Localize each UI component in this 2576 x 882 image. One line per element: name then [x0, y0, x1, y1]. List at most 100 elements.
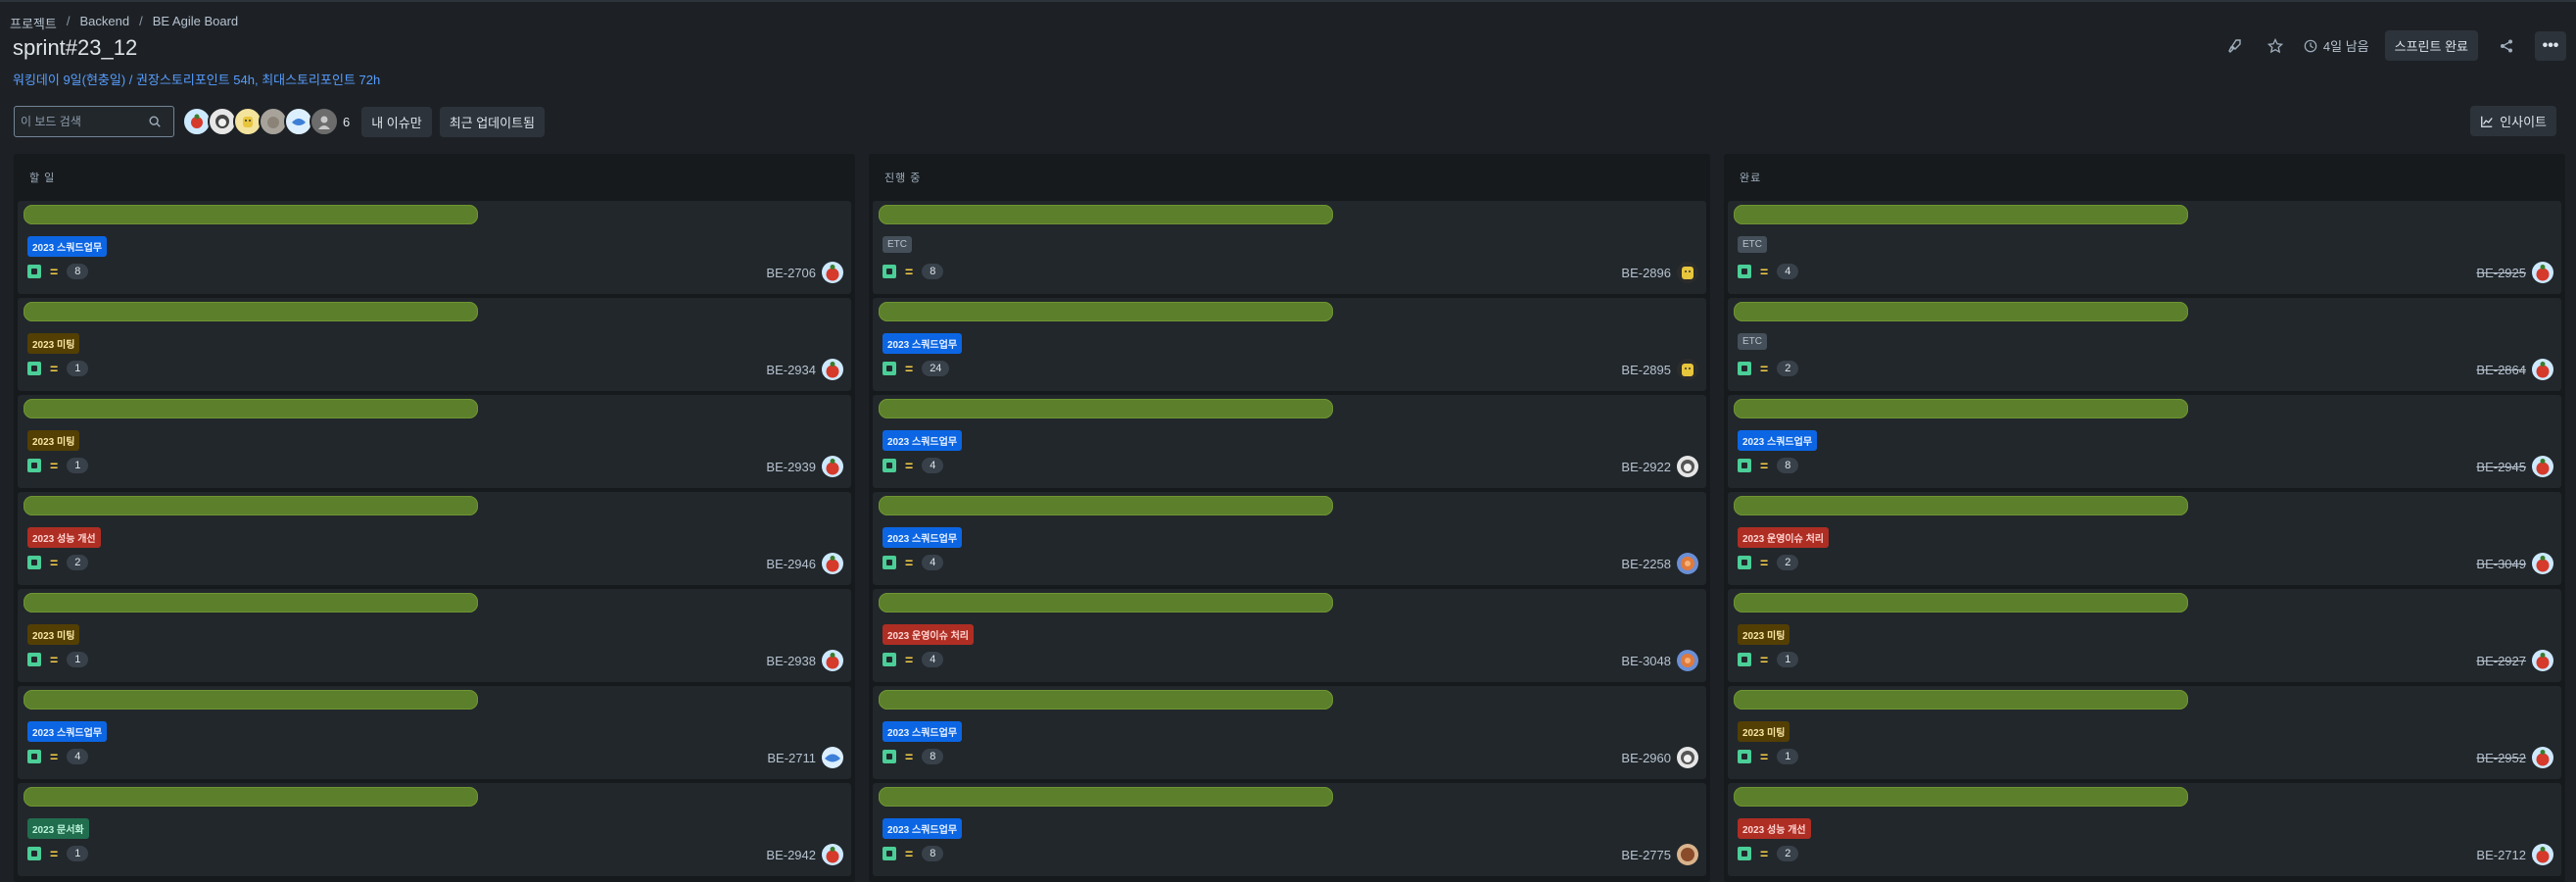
epic-label[interactable]: 2023 문서화 [27, 818, 89, 839]
issue-card[interactable]: 2023 스쿼드업무 = 8 BE-2945 [1728, 395, 2561, 488]
issue-key[interactable]: BE-2934 [766, 363, 816, 377]
epic-label[interactable]: 2023 성능 개선 [27, 527, 101, 548]
assignee-avatar[interactable] [2532, 359, 2553, 380]
issue-card[interactable]: ETC = 8 BE-2896 [873, 201, 1706, 294]
issue-key[interactable]: BE-2925 [2476, 266, 2526, 280]
issue-key[interactable]: BE-2258 [1621, 557, 1671, 571]
avatar-more-count[interactable]: 6 [343, 115, 350, 129]
epic-label[interactable]: 2023 미팅 [27, 333, 80, 354]
search-input[interactable] [21, 115, 148, 128]
avatar[interactable] [310, 107, 339, 136]
assignee-avatar[interactable] [2532, 553, 2553, 574]
assignee-avatar[interactable] [822, 747, 843, 768]
assignee-avatar[interactable] [822, 650, 843, 671]
issue-card[interactable]: 2023 스쿼드업무 = 8 BE-2706 [18, 201, 851, 294]
epic-label[interactable]: ETC [883, 236, 912, 253]
complete-sprint-button[interactable]: 스프린트 완료 [2384, 30, 2478, 61]
assignee-avatar[interactable] [1677, 262, 1698, 283]
epic-label[interactable]: 2023 미팅 [27, 624, 80, 645]
star-icon[interactable] [2263, 33, 2288, 59]
filter-my-issues-button[interactable]: 내 이슈만 [361, 106, 432, 137]
epic-label[interactable]: 2023 운영이슈 처리 [1738, 527, 1830, 548]
issue-key[interactable]: BE-2946 [766, 557, 816, 571]
issue-key[interactable]: BE-2942 [766, 848, 816, 862]
epic-label[interactable]: 2023 스쿼드업무 [883, 430, 963, 451]
assignee-avatar[interactable] [1677, 844, 1698, 865]
assignee-avatar[interactable] [1677, 456, 1698, 477]
issue-card[interactable]: 2023 미팅 = 1 BE-2934 [18, 298, 851, 391]
epic-label[interactable]: 2023 스쿼드업무 [883, 333, 963, 354]
issue-card[interactable]: 2023 운영이슈 처리 = 4 BE-3048 [873, 589, 1706, 682]
issue-key[interactable]: BE-2960 [1621, 751, 1671, 765]
assignee-avatar[interactable] [822, 262, 843, 283]
issue-key[interactable]: BE-2775 [1621, 848, 1671, 862]
assignee-avatar[interactable] [2532, 262, 2553, 283]
epic-label[interactable]: 2023 미팅 [1738, 624, 1790, 645]
epic-label[interactable]: ETC [1738, 333, 1767, 350]
epic-label[interactable]: 2023 스쿼드업무 [1738, 430, 1818, 451]
issue-key[interactable]: BE-2864 [2476, 363, 2526, 377]
epic-label[interactable]: ETC [1738, 236, 1767, 253]
breadcrumb-projects[interactable]: 프로젝트 [10, 14, 57, 32]
issue-card[interactable]: 2023 미팅 = 1 BE-2939 [18, 395, 851, 488]
epic-label[interactable]: 2023 스쿼드업무 [27, 721, 108, 742]
insight-button-inner[interactable]: 인사이트 [2470, 106, 2556, 136]
assignee-avatar[interactable] [2532, 747, 2553, 768]
epic-label[interactable]: 2023 스쿼드업무 [27, 236, 108, 257]
issue-card[interactable]: 2023 운영이슈 처리 = 2 BE-3049 [1728, 492, 2561, 585]
issue-card[interactable]: 2023 미팅 = 1 BE-2927 [1728, 589, 2561, 682]
issue-card[interactable]: 2023 미팅 = 1 BE-2952 [1728, 686, 2561, 779]
epic-label[interactable]: 2023 스쿼드업무 [883, 527, 963, 548]
issue-card[interactable]: 2023 스쿼드업무 = 8 BE-2775 [873, 783, 1706, 876]
assignee-avatar[interactable] [2532, 456, 2553, 477]
issue-card[interactable]: 2023 스쿼드업무 = 4 BE-2711 [18, 686, 851, 779]
more-button[interactable]: ••• [2535, 30, 2566, 61]
assignee-avatar[interactable] [822, 359, 843, 380]
filter-recent-button[interactable]: 최근 업데이트됨 [439, 106, 546, 137]
issue-card[interactable]: ETC = 4 BE-2925 [1728, 201, 2561, 294]
issue-key[interactable]: BE-2706 [766, 266, 816, 280]
assignee-avatar[interactable] [822, 456, 843, 477]
issue-key[interactable]: BE-2896 [1621, 266, 1671, 280]
issue-card[interactable]: 2023 스쿼드업무 = 4 BE-2258 [873, 492, 1706, 585]
issue-card[interactable]: ETC = 2 BE-2864 [1728, 298, 2561, 391]
issue-key[interactable]: BE-2927 [2476, 654, 2526, 668]
issue-card[interactable]: 2023 미팅 = 1 BE-2938 [18, 589, 851, 682]
issue-card[interactable]: 2023 성능 개선 = 2 BE-2946 [18, 492, 851, 585]
epic-label[interactable]: 2023 운영이슈 처리 [883, 624, 975, 645]
assignee-avatar[interactable] [1677, 359, 1698, 380]
issue-key[interactable]: BE-3048 [1621, 654, 1671, 668]
assignee-avatar[interactable] [822, 844, 843, 865]
rocket-icon[interactable] [2221, 33, 2247, 59]
issue-card[interactable]: 2023 스쿼드업무 = 4 BE-2922 [873, 395, 1706, 488]
issue-card[interactable]: 2023 스쿼드업무 = 24 BE-2895 [873, 298, 1706, 391]
share-icon[interactable] [2494, 33, 2519, 59]
assignee-avatar[interactable] [822, 553, 843, 574]
issue-key[interactable]: BE-2895 [1621, 363, 1671, 377]
board-search[interactable] [14, 106, 174, 137]
assignee-avatar[interactable] [1677, 553, 1698, 574]
epic-label[interactable]: 2023 미팅 [1738, 721, 1790, 742]
issue-card[interactable]: 2023 스쿼드업무 = 8 BE-2960 [873, 686, 1706, 779]
epic-label[interactable]: 2023 성능 개선 [1738, 818, 1811, 839]
issue-key[interactable]: BE-2922 [1621, 460, 1671, 474]
issue-key[interactable]: BE-2952 [2476, 751, 2526, 765]
breadcrumb-board[interactable]: BE Agile Board [153, 14, 238, 32]
epic-label[interactable]: 2023 미팅 [27, 430, 80, 451]
issue-key[interactable]: BE-2712 [2476, 848, 2526, 862]
issue-key[interactable]: BE-2939 [766, 460, 816, 474]
assignee-avatar[interactable] [1677, 747, 1698, 768]
assignee-avatar[interactable] [2532, 650, 2553, 671]
epic-label[interactable]: 2023 스쿼드업무 [883, 721, 963, 742]
breadcrumb-backend[interactable]: Backend [79, 14, 129, 32]
issue-key[interactable]: BE-3049 [2476, 557, 2526, 571]
epic-label[interactable]: 2023 스쿼드업무 [883, 818, 963, 839]
issue-card[interactable]: 2023 문서화 = 1 BE-2942 [18, 783, 851, 876]
issue-key[interactable]: BE-2945 [2476, 460, 2526, 474]
issue-key[interactable]: BE-2938 [766, 654, 816, 668]
issue-key[interactable]: BE-2711 [767, 751, 816, 765]
issue-card[interactable]: 2023 성능 개선 = 2 BE-2712 [1728, 783, 2561, 876]
assignee-avatar[interactable] [1677, 650, 1698, 671]
assignee-avatar[interactable] [2532, 844, 2553, 865]
insight-button[interactable]: 인사이트 [2470, 106, 2556, 136]
